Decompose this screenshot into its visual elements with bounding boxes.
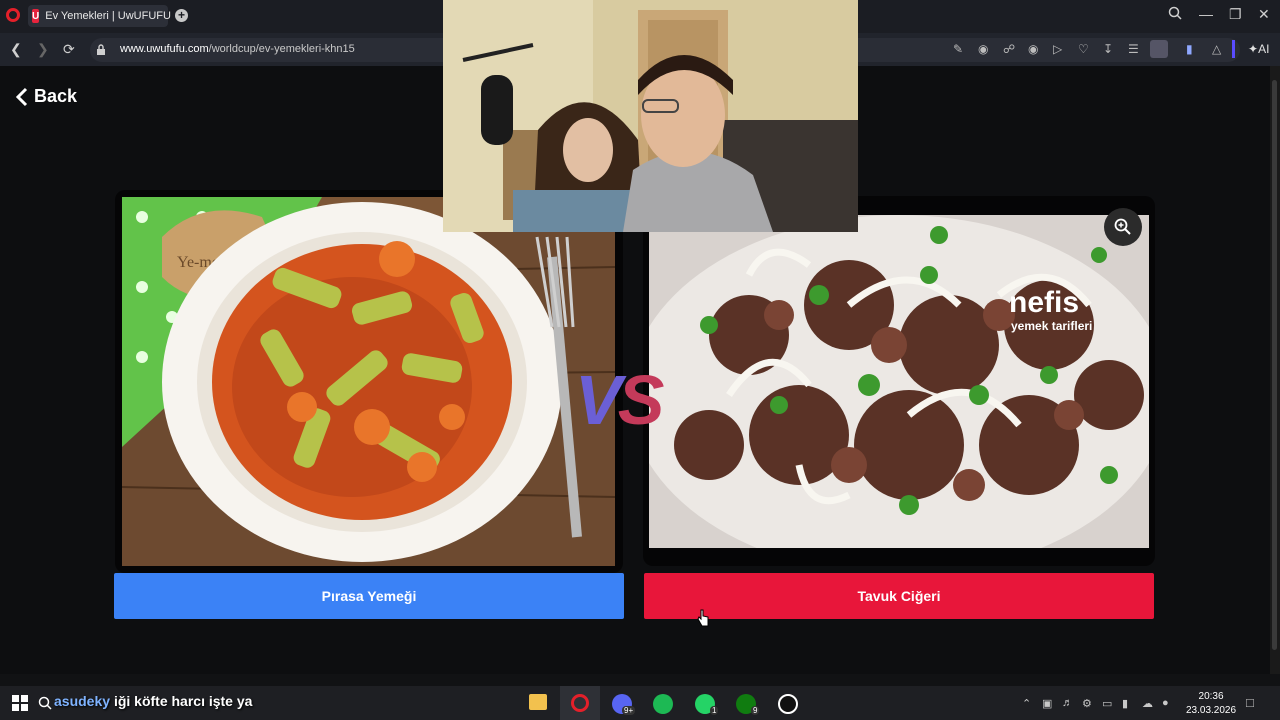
volume-icon[interactable]: ♬ xyxy=(1062,697,1073,709)
stream-overlay-text: asudeky iği köfte harcı işte ya xyxy=(54,693,253,709)
back-nav-icon[interactable]: ❮ xyxy=(10,41,22,58)
sparkle-icon: ✦ xyxy=(1248,42,1259,56)
display-icon[interactable]: ▭ xyxy=(1102,697,1112,710)
scrollbar-thumb[interactable] xyxy=(1272,80,1277,650)
back-label: Back xyxy=(34,86,78,106)
discord-badge: 9+ xyxy=(622,706,636,715)
player-icon[interactable]: ▷ xyxy=(1053,42,1062,56)
microphone-icon[interactable]: ● xyxy=(1162,697,1169,709)
aria-ai-button[interactable]: ✦AI xyxy=(1248,42,1269,56)
cube-icon[interactable]: △ xyxy=(1212,42,1221,56)
send-icon[interactable]: ✎ xyxy=(953,42,963,56)
vs-badge: VS xyxy=(575,361,664,439)
file-explorer-icon[interactable] xyxy=(529,694,547,710)
close-icon[interactable]: ✕ xyxy=(1258,6,1270,23)
minimize-icon[interactable]: — xyxy=(1199,6,1213,22)
battery-icon[interactable]: ▮ xyxy=(1122,697,1128,710)
right-food-image[interactable]: nefis yemek tarifleri xyxy=(649,215,1149,548)
search-tabs-icon[interactable] xyxy=(1168,6,1182,23)
extension-icon[interactable]: ▮ xyxy=(1186,42,1193,56)
tray-settings-icon[interactable]: ⚙ xyxy=(1082,697,1092,710)
tab-ev-yemekleri[interactable]: U Ev Yemekleri | UwUFUFU xyxy=(28,5,171,27)
lock-icon xyxy=(96,43,106,61)
adblock-icon[interactable]: ☍ xyxy=(1003,42,1015,56)
search-taskbar-icon[interactable] xyxy=(38,696,52,715)
zoom-button[interactable] xyxy=(1104,208,1142,246)
new-tab-icon[interactable]: + xyxy=(175,9,188,22)
uwufufu-favicon-icon: U xyxy=(32,9,40,23)
choose-right-button[interactable]: Tavuk Ciğeri xyxy=(644,573,1154,619)
cloud-icon[interactable]: ☁ xyxy=(1142,697,1153,710)
opera-logo-icon[interactable] xyxy=(6,8,20,22)
right-watermark-sub: yemek tarifleri xyxy=(1011,319,1092,333)
clock-date: 23.03.2026 xyxy=(1186,705,1237,716)
tray-chevron-icon[interactable]: ⌃ xyxy=(1022,697,1031,710)
choose-left-button[interactable]: Pırasa Yemeği xyxy=(114,573,624,619)
tray-app-icon[interactable]: ▣ xyxy=(1042,697,1052,710)
restore-icon[interactable]: ❐ xyxy=(1229,6,1242,23)
windows-start-icon[interactable] xyxy=(12,695,28,716)
left-food-image[interactable]: Ye-mek.com xyxy=(122,197,615,566)
divider xyxy=(1232,40,1235,58)
heart-icon[interactable]: ♡ xyxy=(1078,42,1089,56)
zoom-in-icon xyxy=(1114,218,1131,235)
taskbar-clock[interactable]: 20:36 23.03.2026 xyxy=(1186,690,1236,718)
menu-icon[interactable]: ☰ xyxy=(1128,42,1139,56)
download-icon[interactable]: ↧ xyxy=(1103,42,1113,56)
notification-icon[interactable]: □ xyxy=(1246,695,1254,710)
clock-time: 20:36 xyxy=(1198,691,1224,702)
tab-title: Ev Yemekleri | UwUFUFU xyxy=(45,10,171,22)
translate-icon[interactable]: ◉ xyxy=(1028,42,1038,56)
webcam-overlay xyxy=(443,0,858,232)
forward-nav-icon[interactable]: ❯ xyxy=(37,41,49,58)
opera-taskbar-icon xyxy=(571,694,589,712)
snapshot-icon[interactable]: ◉ xyxy=(978,42,988,56)
reload-icon[interactable]: ⟳ xyxy=(63,41,75,58)
spotify-icon[interactable] xyxy=(653,694,673,714)
back-button[interactable]: Back xyxy=(16,86,77,107)
obs-icon[interactable] xyxy=(778,694,798,714)
profile-avatar[interactable] xyxy=(1150,40,1168,58)
url-text[interactable]: www.uwufufu.com/worldcup/ev-yemekleri-kh… xyxy=(120,43,355,55)
chevron-left-icon xyxy=(16,87,28,106)
right-watermark-brand: nefis xyxy=(1009,286,1079,319)
hand-cursor-icon xyxy=(697,609,709,632)
